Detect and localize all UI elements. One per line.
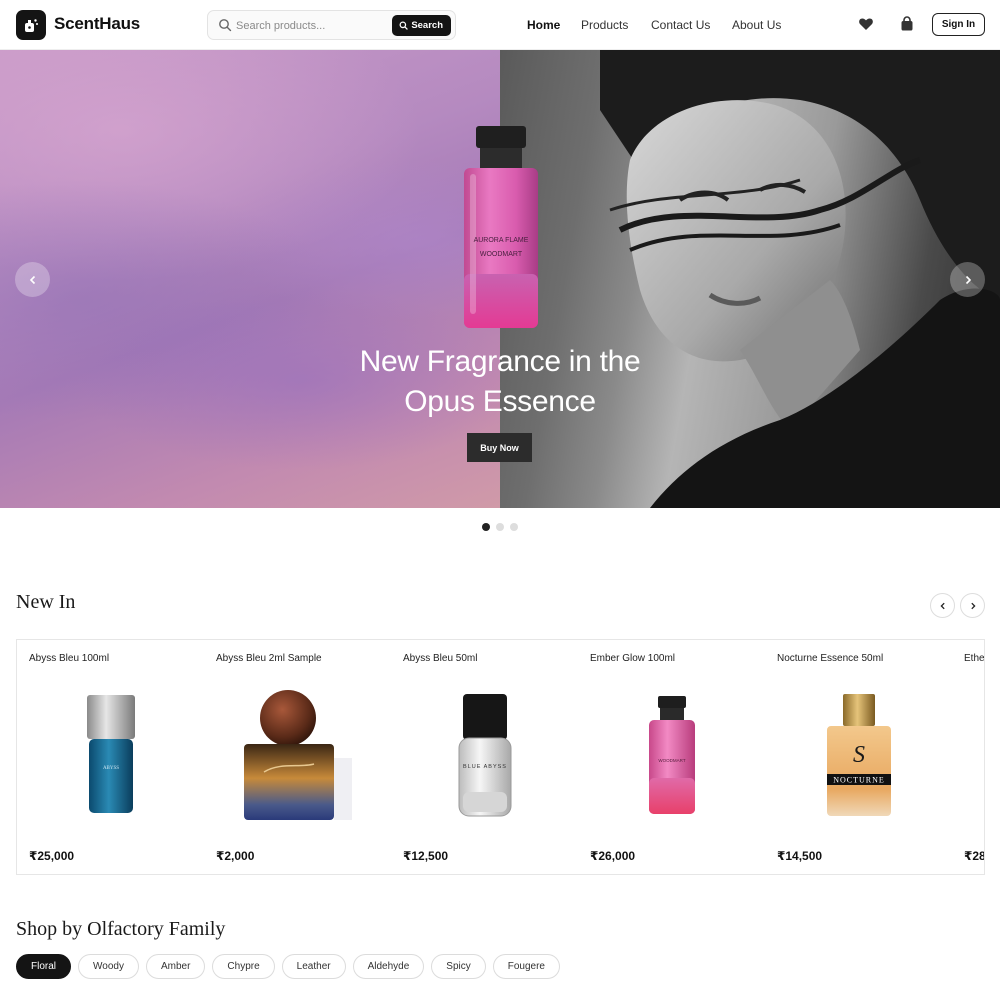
carousel-dot[interactable] [482,523,490,531]
search-icon [218,18,232,37]
svg-text:S: S [853,742,865,768]
hero-next-button[interactable] [950,262,985,297]
search-button[interactable]: Search [392,15,451,36]
hero-bottle-label-2: WOODMART [480,251,523,258]
product-card[interactable]: Ethe ₹28 [952,640,985,874]
chevron-right-icon [970,602,976,609]
hero-title-line-2: Opus Essence [404,385,596,418]
hero-banner: AURORA FLAME WOODMART New Fragrance in t… [0,50,1000,508]
carousel-dot[interactable] [510,523,518,531]
logo-text[interactable]: ScentHaus [54,14,140,34]
search-button-icon [399,21,408,30]
carousel-dots [482,523,518,531]
product-image[interactable]: WOODMART [578,680,766,830]
search-button-label: Search [411,20,443,31]
hero-bottle-label-1: AURORA FLAME [474,237,529,244]
hero-title-line-1: New Fragrance in the [359,345,641,378]
product-image[interactable]: S NOCTURNE [765,680,953,830]
product-price: ₹28 [964,849,985,863]
shopping-bag-icon[interactable] [899,16,915,37]
chip-floral[interactable]: Floral [16,954,72,979]
product-name[interactable]: Abyss Bleu 2ml Sample [216,653,322,664]
product-image[interactable]: ABYSS [17,680,205,830]
hero-title: New Fragrance in the Opus Essence [250,342,750,422]
product-price: ₹14,500 [777,849,823,863]
olfactory-family-title: Shop by Olfactory Family [16,918,226,940]
chip-leather[interactable]: Leather [281,954,346,979]
chevron-right-icon [965,275,971,284]
product-card[interactable]: Abyss Bleu 100ml ABYSS ₹25,000 [17,640,205,874]
chip-spicy[interactable]: Spicy [431,954,486,979]
sign-in-button[interactable]: Sign In [932,13,985,36]
new-in-prev-button[interactable] [930,593,955,618]
search-input[interactable] [236,16,386,36]
chip-aldehyde[interactable]: Aldehyde [352,954,425,979]
product-card[interactable]: Nocturne Essence 50ml S NOCTURNE ₹14,500 [765,640,953,874]
product-card[interactable]: Ember Glow 100ml WOODMART ₹26,000 [578,640,766,874]
product-name[interactable]: Abyss Bleu 100ml [29,653,109,664]
nav-products[interactable]: Products [581,18,628,32]
search-bar: Search [207,10,456,40]
chip-woody[interactable]: Woody [78,954,139,979]
product-card[interactable]: Abyss Bleu 2ml Sample ₹2,000 [204,640,392,874]
product-price: ₹2,000 [216,849,255,863]
product-name[interactable]: Nocturne Essence 50ml [777,653,883,664]
product-name[interactable]: Abyss Bleu 50ml [403,653,477,664]
product-price: ₹12,500 [403,849,449,863]
product-bottle-label: NOCTURNE [833,776,885,785]
product-image[interactable]: BLUE ABYSS [391,680,579,830]
heart-icon[interactable] [858,16,874,37]
new-in-next-button[interactable] [960,593,985,618]
nav-contact-us[interactable]: Contact Us [651,18,710,32]
family-filter-chips: Floral Woody Amber Chypre Leather Aldehy… [16,954,560,979]
chevron-left-icon [29,275,35,284]
site-header: ScentHaus Search Home Products Contact U… [0,0,1000,50]
new-in-title: New In [16,591,76,613]
nav-home[interactable]: Home [527,18,560,32]
product-price: ₹26,000 [590,849,636,863]
product-carousel: Abyss Bleu 100ml ABYSS ₹25,000 Abyss Ble… [16,639,985,875]
product-name[interactable]: Ember Glow 100ml [590,653,675,664]
product-bottle-label: BLUE ABYSS [463,764,507,770]
product-card[interactable]: Abyss Bleu 50ml BLUE ABYSS ₹12,500 [391,640,579,874]
chip-fougere[interactable]: Fougere [492,954,560,979]
product-bottle-label: WOODMART [658,758,685,763]
chevron-left-icon [939,602,945,609]
product-bottle-label: ABYSS [103,766,119,771]
nav-about-us[interactable]: About Us [732,18,781,32]
hero-prev-button[interactable] [15,262,50,297]
buy-now-button[interactable]: Buy Now [467,433,532,462]
chip-chypre[interactable]: Chypre [212,954,275,979]
hero-sky-background [0,50,500,508]
product-name[interactable]: Ethe [964,653,984,664]
product-image[interactable] [204,680,392,830]
product-price: ₹25,000 [29,849,75,863]
hero-model-image [600,50,1000,508]
logo-icon[interactable] [16,10,46,40]
hero-perfume-bottle-image: AURORA FLAME WOODMART [464,126,538,328]
chip-amber[interactable]: Amber [145,954,206,979]
carousel-dot[interactable] [496,523,504,531]
